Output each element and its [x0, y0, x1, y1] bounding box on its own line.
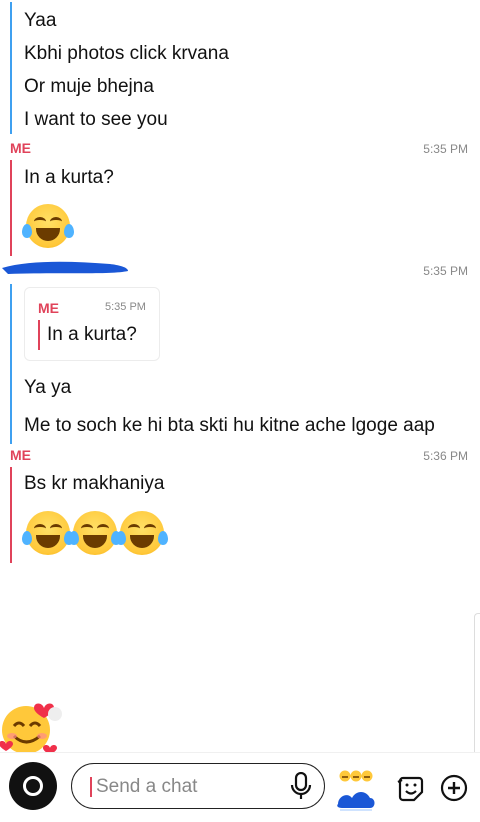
smiling-face-with-hearts-icon[interactable] [0, 698, 64, 758]
sender-label: ME [10, 140, 31, 156]
message-text[interactable]: In a kurta? [24, 166, 114, 190]
microphone-icon[interactable] [289, 772, 313, 800]
message-timestamp: 5:35 PM [423, 264, 468, 278]
friend-message-bar [10, 284, 12, 444]
chat-input-container[interactable] [71, 763, 325, 809]
laughing-tears-icon[interactable] [22, 204, 74, 248]
chat-input[interactable] [94, 774, 278, 800]
message-text[interactable]: Bs kr makhaniya [24, 472, 164, 496]
quoted-text: In a kurta? [47, 324, 137, 345]
message-text: Kbhi photos click krvana [24, 43, 229, 64]
bitmoji-icon[interactable] [336, 768, 376, 812]
message-text[interactable]: Me to soch ke hi bta skti hu kitne ache … [24, 414, 435, 438]
laughing-tears-icon[interactable] [69, 511, 121, 555]
laughing-tears-icon[interactable] [22, 511, 74, 555]
quote-bar [38, 320, 40, 350]
sender-label: ME [10, 447, 31, 463]
quoted-reply[interactable]: ME 5:35 PM In a kurta? [24, 287, 160, 361]
my-message-bar [10, 160, 12, 256]
message-text[interactable]: Ya ya [24, 376, 71, 400]
quoted-sender: ME [38, 300, 59, 316]
text-caret [90, 777, 92, 797]
friend-message-bar [10, 2, 12, 134]
message-timestamp: 5:36 PM [423, 449, 468, 463]
laughing-tears-icon[interactable] [116, 511, 168, 555]
message-text: Or muje bhejna [24, 76, 154, 97]
message-text: Yaa [24, 10, 57, 31]
sticker-icon[interactable] [396, 774, 424, 802]
my-message-bar [10, 467, 12, 563]
message-timestamp: 5:35 PM [423, 142, 468, 156]
camera-icon [23, 776, 43, 796]
scroll-edge[interactable] [474, 613, 480, 757]
message-text: I want to see you [24, 109, 168, 130]
plus-icon[interactable] [440, 774, 468, 802]
camera-button[interactable] [9, 762, 57, 810]
quoted-timestamp: 5:35 PM [105, 301, 146, 313]
redacted-sender-name [2, 261, 128, 274]
